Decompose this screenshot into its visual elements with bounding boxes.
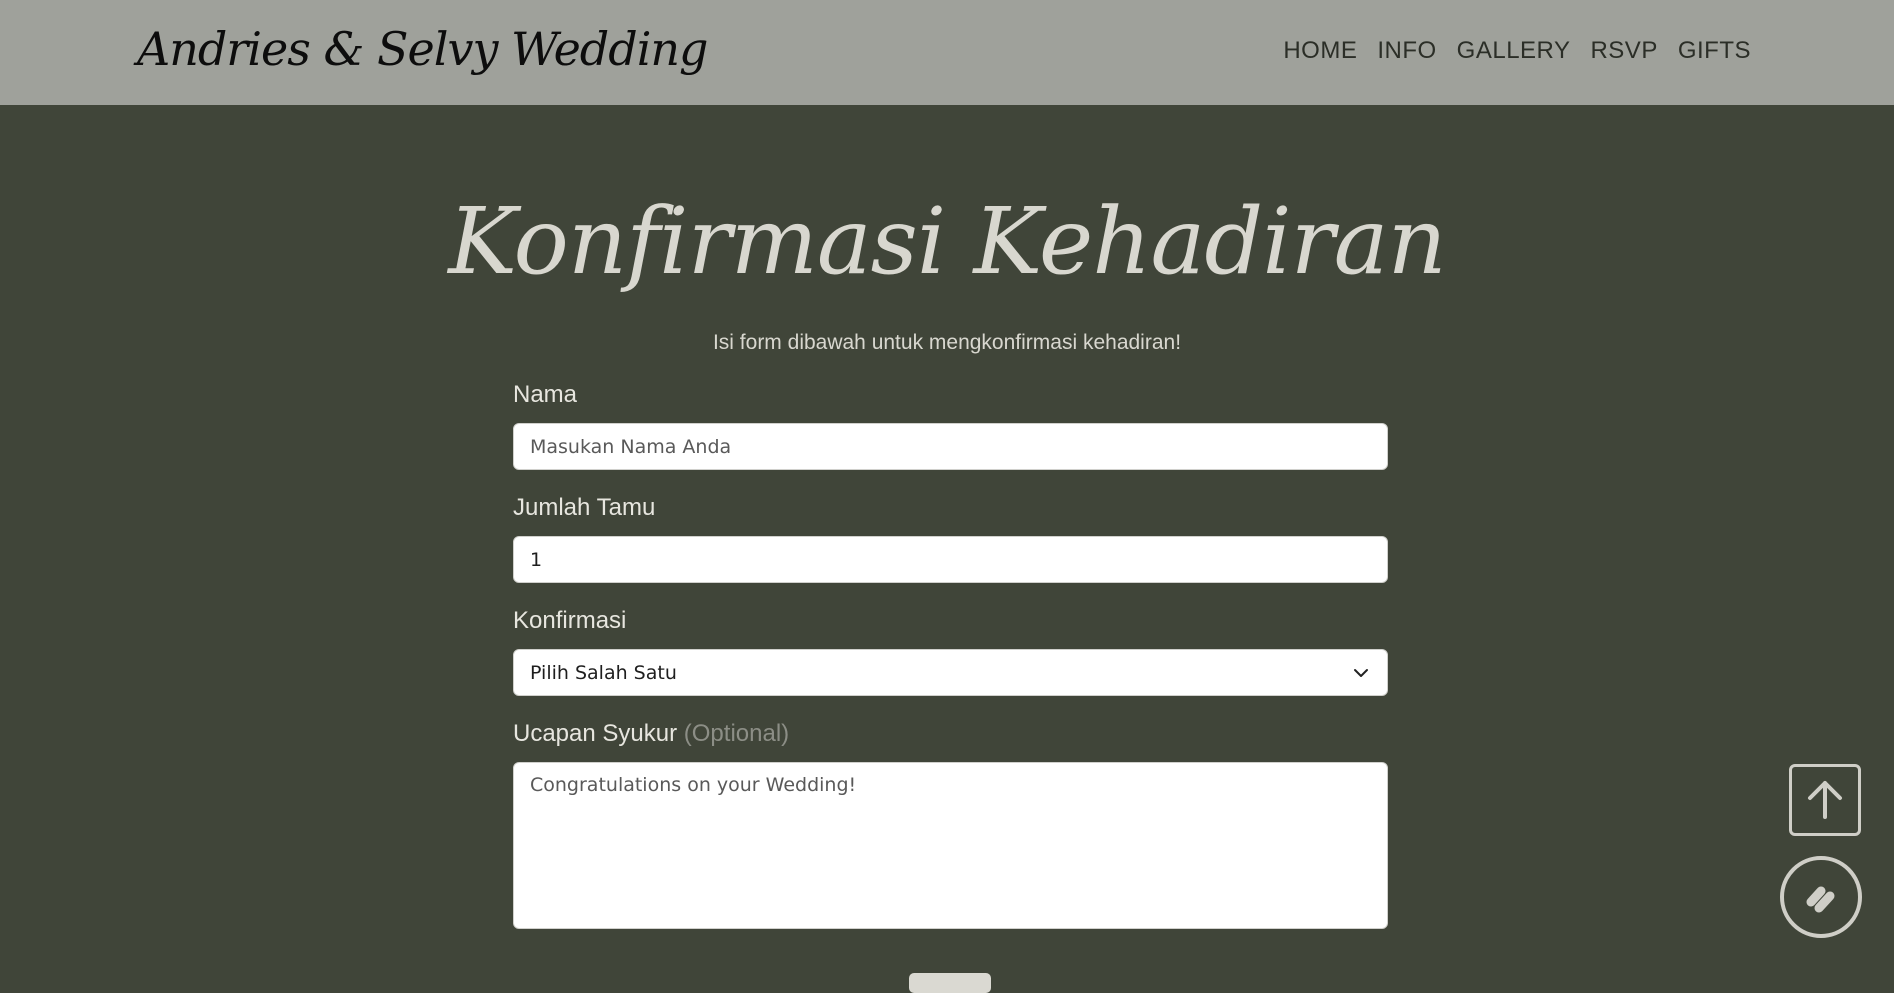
music-toggle-button[interactable] bbox=[1780, 856, 1862, 938]
nav-gifts[interactable]: GIFTS bbox=[1678, 36, 1751, 66]
nav-home[interactable]: HOME bbox=[1283, 36, 1357, 66]
guests-label: Jumlah Tamu bbox=[513, 494, 656, 521]
nav-gallery[interactable]: GALLERY bbox=[1457, 36, 1571, 66]
message-label-text: Ucapan Syukur bbox=[513, 720, 678, 747]
submit-button[interactable] bbox=[909, 973, 991, 993]
chevron-down-icon bbox=[1354, 669, 1368, 677]
nav-info[interactable]: INFO bbox=[1377, 36, 1436, 66]
navbar: Andries & Selvy Wedding HOME INFO GALLER… bbox=[0, 0, 1894, 105]
main-nav: HOME INFO GALLERY RSVP GIFTS bbox=[1283, 36, 1751, 66]
confirm-select[interactable]: Pilih Salah Satu bbox=[513, 649, 1388, 696]
name-input[interactable]: Masukan Nama Anda bbox=[513, 423, 1388, 470]
page-title: Konfirmasi Kehadiran bbox=[448, 188, 1447, 295]
message-textarea-placeholder: Congratulations on your Wedding! bbox=[530, 774, 857, 796]
message-optional-tag: (Optional) bbox=[683, 720, 790, 747]
name-input-placeholder: Masukan Nama Anda bbox=[530, 435, 732, 458]
guests-input[interactable]: 1 bbox=[513, 536, 1388, 583]
arrow-up-icon bbox=[1808, 781, 1842, 819]
scroll-top-button[interactable] bbox=[1789, 764, 1861, 836]
message-textarea[interactable]: Congratulations on your Wedding! bbox=[513, 762, 1388, 929]
page-subtitle: Isi form dibawah untuk mengkonfirmasi ke… bbox=[712, 331, 1182, 354]
brand-logo[interactable]: Andries & Selvy Wedding bbox=[137, 14, 708, 84]
music-note-icon bbox=[1806, 886, 1835, 913]
confirm-label: Konfirmasi bbox=[513, 607, 627, 634]
confirm-select-value: Pilih Salah Satu bbox=[530, 661, 677, 684]
rsvp-form: Nama Masukan Nama Anda Jumlah Tamu 1 Kon… bbox=[513, 378, 1388, 929]
guests-input-value: 1 bbox=[530, 548, 543, 571]
nav-rsvp[interactable]: RSVP bbox=[1590, 36, 1657, 66]
message-label: Ucapan Syukur (Optional) bbox=[513, 717, 1388, 751]
name-label: Nama bbox=[513, 381, 578, 408]
